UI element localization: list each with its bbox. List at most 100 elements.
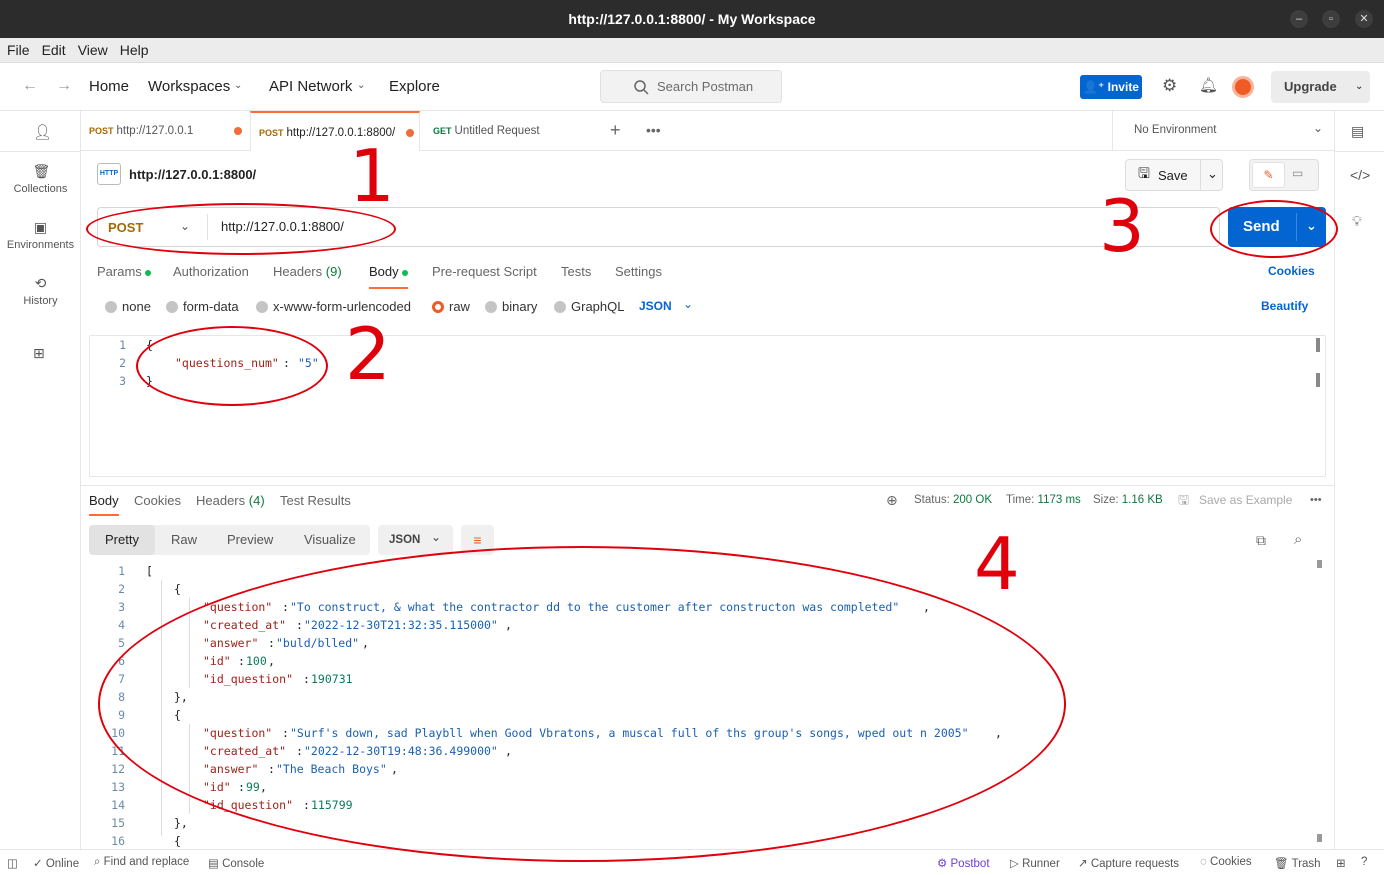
environment-selector[interactable]: No Environment ⌄ [1112,111,1334,151]
view-raw[interactable]: Raw [171,525,197,555]
configure-sidebar-icon[interactable]: ⊞ [33,345,45,362]
environment-quicklook-icon[interactable]: ▤ [1351,123,1364,140]
annotation-number-3: 3 [1099,184,1145,268]
save-as-example-button[interactable]: Save as Example [1199,493,1292,507]
online-label: Online [45,858,80,870]
radio-raw[interactable] [432,301,444,313]
response-format-select[interactable]: JSON ⌄ [378,525,453,555]
capture-requests-button[interactable]: ↗ Capture requests [1078,856,1179,870]
tab-settings[interactable]: Settings [615,264,662,279]
edit-pencil-icon[interactable]: ✎ [1252,162,1285,188]
chevron-down-icon[interactable]: ⌄ [234,80,242,91]
invite-button[interactable]: 👤⁺ Invite [1080,75,1142,99]
sidebar-item-collections[interactable]: 🗑︎ Collections [0,163,81,195]
globe-icon[interactable]: ⊕ [886,492,898,509]
view-toggle: ✎ ▭ [1249,159,1319,191]
code-icon[interactable]: </> [1350,167,1370,183]
minimize-icon[interactable]: – [1290,10,1308,28]
tab-request-3[interactable]: GET Untitled Request [425,111,595,151]
radio-binary[interactable] [485,301,497,313]
menu-edit[interactable]: Edit [42,42,66,58]
sidebar-item-environments[interactable]: ▣ Environments [0,219,81,251]
maximize-icon[interactable]: ▫ [1322,10,1340,28]
radio-urlencoded[interactable] [256,301,268,313]
capture-label: Capture requests [1090,858,1180,870]
online-status[interactable]: ✓ Online [33,856,79,870]
comment-icon[interactable]: ▭ [1292,166,1303,180]
time-value: 1173 ms [1037,494,1081,506]
chevron-down-icon[interactable]: ⌄ [357,80,365,91]
nav-home[interactable]: Home [89,78,129,95]
add-tab-icon[interactable]: + [610,120,621,141]
tab-response-body[interactable]: Body [89,493,119,516]
search-input[interactable]: Search Postman [600,70,782,103]
back-arrow-icon[interactable]: ← [22,77,38,95]
nav-explore[interactable]: Explore [389,78,440,95]
upgrade-button[interactable]: Upgrade ⌄ [1271,71,1370,103]
tab-tests[interactable]: Tests [561,264,591,279]
tab-body[interactable]: Body [369,264,409,289]
help-icon[interactable]: ? [1361,856,1367,868]
user-icon[interactable]: 👤︎ [33,123,52,141]
tab-test-results[interactable]: Test Results [280,493,351,508]
bell-icon[interactable]: 🔔︎ [1199,76,1218,94]
tab-headers[interactable]: Headers (9) [273,264,342,279]
trash-like-collections-icon: 🗑︎ [32,163,51,179]
more-options-icon[interactable]: ••• [1310,494,1322,506]
chevron-down-icon[interactable]: ⌄ [1200,160,1224,190]
nav-api-network[interactable]: API Network [269,78,352,95]
layout-icon[interactable]: ⊞ [1336,856,1346,870]
scrollbar[interactable] [1317,834,1322,842]
size-info[interactable]: Size: 1.16 KB [1093,494,1163,506]
line-number: 3 [118,600,125,614]
forward-arrow-icon[interactable]: → [56,77,72,95]
nav-workspaces[interactable]: Workspaces [148,78,230,95]
scrollbar[interactable] [1317,560,1322,568]
tab-params[interactable]: Params [97,264,152,279]
toggle-sidebar-icon[interactable]: ◫ [7,856,18,870]
console-button[interactable]: ▤ Console [208,856,264,870]
headers-count: (9) [325,264,342,279]
more-tabs-icon[interactable]: ••• [646,122,661,138]
view-pretty[interactable]: Pretty [89,525,155,555]
tab-prerequest-script[interactable]: Pre-request Script [432,264,537,279]
radio-none[interactable] [105,301,117,313]
body-format-select[interactable]: JSON [639,299,672,313]
menu-view[interactable]: View [78,42,108,58]
time-info[interactable]: Time: 1173 ms [1006,494,1081,506]
chevron-down-icon[interactable]: ⌄ [683,297,693,311]
menu-file[interactable]: File [7,42,30,58]
trash-button[interactable]: 🗑︎ Trash [1274,856,1321,870]
status-info[interactable]: Status: 200 OK [914,494,992,506]
view-visualize[interactable]: Visualize [304,525,356,555]
avatar[interactable] [1232,76,1254,98]
headers-count: (4) [248,493,265,508]
lightbulb-icon[interactable]: 💡︎ [1352,213,1362,230]
beautify-button[interactable]: Beautify [1261,299,1308,313]
close-icon[interactable]: ✕ [1355,10,1373,28]
tab-request-1[interactable]: POST http://127.0.0.1 [81,111,249,151]
tab-authorization[interactable]: Authorization [173,264,249,279]
sidebar-item-history[interactable]: ⟲ History [0,275,81,307]
copy-icon[interactable]: ⧉ [1256,532,1266,549]
menu-help[interactable]: Help [120,42,149,58]
view-preview[interactable]: Preview [227,525,273,555]
gear-icon[interactable]: ⚙ [1162,76,1177,96]
cookies-button[interactable]: ◌ Cookies [1200,856,1252,868]
radio-form-data[interactable] [166,301,178,313]
cookie-icon: ◌ [1200,856,1207,868]
chevron-down-icon: ⌄ [1313,121,1324,135]
search-icon[interactable]: ⌕ [1294,531,1302,548]
find-replace-button[interactable]: ⌕ Find and replace [94,856,189,869]
app-header: ← → Home Workspaces ⌄ API Network ⌄ Expl… [0,63,1384,111]
postbot-button[interactable]: ⚙ Postbot [937,856,990,870]
tab-response-headers[interactable]: Headers (4) [196,493,265,508]
tab-response-cookies[interactable]: Cookies [134,493,181,508]
runner-button[interactable]: ▷ Runner [1010,856,1060,870]
scrollbar[interactable] [1316,373,1320,387]
cookies-link[interactable]: Cookies [1268,264,1315,278]
search-icon [634,80,649,95]
scrollbar[interactable] [1316,338,1320,352]
radio-graphql[interactable] [554,301,566,313]
request-title[interactable]: http://127.0.0.1:8800/ [129,167,256,182]
